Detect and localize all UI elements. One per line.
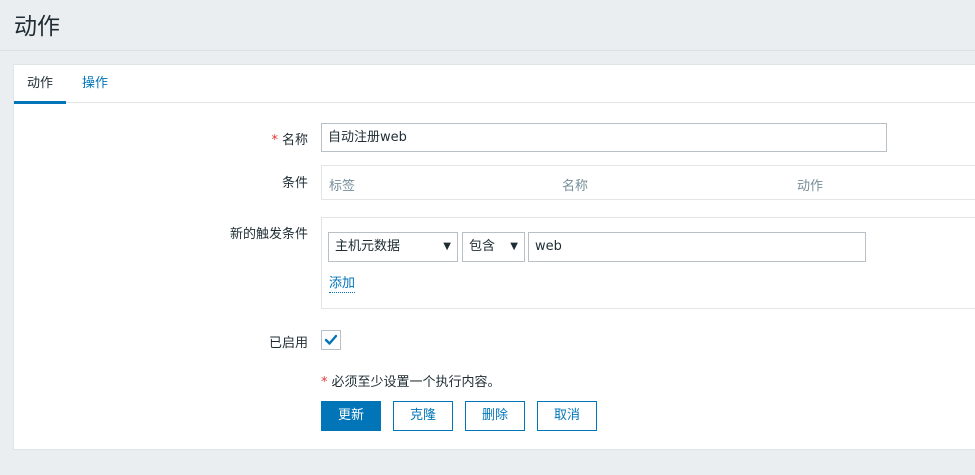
tab-operations[interactable]: 操作 [69, 65, 121, 103]
dropdown-arrow-icon: ▼ [510, 241, 518, 252]
enabled-checkbox[interactable] [321, 330, 341, 350]
name-label: * 名称 [271, 133, 308, 148]
delete-button[interactable]: 删除 [465, 401, 525, 431]
conditions-label: 条件 [281, 176, 308, 191]
dropdown-arrow-icon: ▼ [443, 241, 451, 252]
cancel-button[interactable]: 取消 [537, 401, 597, 431]
condition-value-input[interactable]: web [528, 232, 866, 262]
clone-button[interactable]: 克隆 [393, 401, 453, 431]
new-condition-label: 新的触发条件 [229, 227, 308, 242]
required-mark: * [271, 133, 278, 148]
conditions-col-name: 名称 [562, 179, 589, 194]
page-header: 动作 [0, 0, 975, 51]
new-condition-box: 主机元数据 ▼ 包含 ▼ web 添加 [321, 217, 975, 309]
tab-action[interactable]: 动作 [14, 65, 67, 104]
condition-type-select[interactable]: 主机元数据 ▼ [328, 232, 458, 262]
page-title: 动作 [14, 14, 60, 40]
required-note: * 必须至少设置一个执行内容。 [321, 375, 501, 390]
name-input[interactable]: 自动注册web [321, 123, 887, 152]
conditions-table: 标签 名称 动作 [321, 165, 975, 200]
add-condition-link[interactable]: 添加 [329, 276, 356, 293]
condition-operator-select[interactable]: 包含 ▼ [462, 232, 525, 262]
checkmark-icon [324, 334, 338, 345]
conditions-col-action: 动作 [797, 179, 824, 194]
update-button[interactable]: 更新 [321, 401, 381, 431]
conditions-col-tag: 标签 [329, 179, 356, 194]
required-mark: * [321, 375, 328, 390]
enabled-label: 已启用 [268, 336, 308, 351]
tab-bar: 动作 操作 [14, 65, 975, 104]
action-form-panel: 动作 操作 * 名称 自动注册web 条件 标签 名称 动作 新的触发条件 主机元… [13, 64, 975, 450]
